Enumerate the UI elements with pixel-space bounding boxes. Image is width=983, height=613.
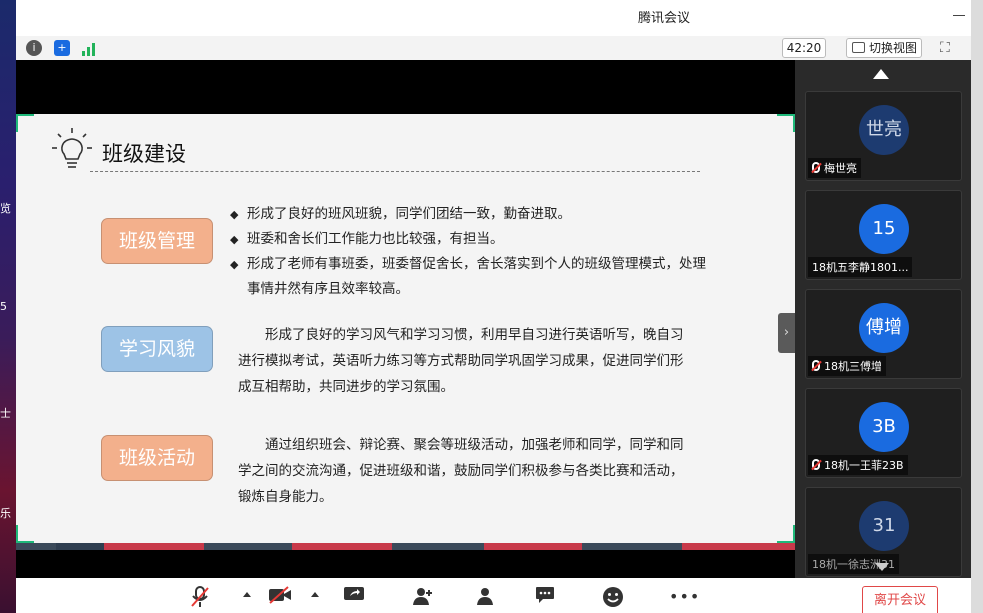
meeting-controls: ••• 离开会议 — [16, 578, 971, 613]
stage-letterbox — [16, 60, 795, 114]
slide-footer-bars — [16, 543, 795, 550]
scroll-up-icon[interactable] — [873, 69, 889, 79]
desktop-fragment: 士 — [0, 407, 11, 420]
class-activities-text: 通过组织班会、辩论赛、聚会等班级活动，加强老师和同学，同学和同学之间的交流沟通，… — [238, 437, 684, 505]
switch-view-label: 切换视图 — [869, 41, 918, 55]
meeting-timer: 42:20 — [782, 38, 826, 58]
participant-name: 梅世亮 — [824, 162, 857, 175]
avatar: 15 — [859, 204, 909, 254]
participant-tile[interactable]: 傅增 18机三傅增 — [805, 289, 962, 379]
mic-muted-icon — [812, 459, 820, 470]
slide-title: 班级建设 — [102, 142, 186, 166]
participant-tile[interactable]: 15 18机五李静1801... — [805, 190, 962, 280]
participant-name: 18机五李静1801... — [812, 261, 909, 274]
slide-corner — [777, 525, 795, 543]
avatar: 3B — [859, 402, 909, 452]
participant-name-label: 18机五李静1801... — [808, 257, 913, 277]
audio-options-caret[interactable] — [243, 592, 251, 597]
slide-corner — [16, 525, 34, 543]
participant-tile[interactable]: 世亮 梅世亮 — [805, 91, 962, 181]
desktop-fragment: 乐 — [0, 507, 11, 520]
desktop-right-edge — [971, 0, 983, 613]
desktop-background-strip: 览 5 士 乐 — [0, 0, 16, 613]
reaction-icon[interactable] — [602, 586, 624, 608]
participant-name: 18机三傅增 — [824, 360, 882, 373]
share-screen-icon[interactable] — [343, 586, 365, 608]
meeting-toolbar: i + 42:20 切换视图 ⛶ — [16, 36, 971, 60]
participant-tile[interactable]: 3B 18机一王菲23B — [805, 388, 962, 478]
shield-icon[interactable]: + — [54, 40, 70, 56]
shared-screen: 班级建设 班级管理 形成了良好的班风班貌，同学们团结一致，勤奋进取。 班委和舍长… — [16, 60, 795, 578]
participant-name-label: 18机一王菲23B — [808, 455, 908, 475]
bullet-item: 班委和舍长们工作能力也比较强，有担当。 — [230, 227, 710, 252]
lightbulb-icon — [50, 126, 94, 178]
tag-study-style: 学习风貌 — [101, 326, 213, 372]
avatar: 世亮 — [859, 105, 909, 155]
bullet-item: 形成了良好的班风班貌，同学们团结一致，勤奋进取。 — [230, 202, 710, 227]
mic-muted-icon — [812, 360, 820, 371]
invite-icon[interactable] — [412, 586, 434, 608]
desktop-fragment: 5 — [0, 300, 7, 313]
fullscreen-icon[interactable]: ⛶ — [940, 40, 950, 56]
bullet-item: 形成了老师有事班委，班委督促舍长，舍长落实到个人的班级管理模式，处理事情井然有序… — [230, 252, 710, 302]
mic-off-icon[interactable] — [189, 586, 211, 608]
participant-name: 18机一王菲23B — [824, 459, 904, 472]
switch-view-button[interactable]: 切换视图 — [846, 38, 923, 58]
signal-icon[interactable] — [82, 41, 96, 60]
title-bar: 腾讯会议 — [16, 0, 971, 32]
video-options-caret[interactable] — [311, 592, 319, 597]
scroll-down-icon[interactable] — [875, 563, 889, 571]
desktop-fragment: 览 — [0, 202, 11, 215]
camera-off-icon[interactable] — [268, 586, 291, 608]
tag-class-management: 班级管理 — [101, 218, 213, 264]
leave-meeting-button[interactable]: 离开会议 — [862, 586, 938, 613]
more-icon[interactable]: ••• — [669, 586, 699, 608]
info-icon[interactable]: i — [26, 40, 42, 56]
participants-icon[interactable] — [474, 586, 496, 608]
slide-corner — [777, 114, 795, 132]
collapse-panel-button[interactable]: › — [778, 313, 795, 353]
avatar: 31 — [859, 501, 909, 551]
tag-class-activities: 班级活动 — [101, 435, 213, 481]
avatar: 傅增 — [859, 303, 909, 353]
window-title: 腾讯会议 — [638, 11, 691, 26]
minimize-button[interactable] — [953, 15, 965, 16]
participant-name-label: 梅世亮 — [808, 158, 861, 178]
chat-icon[interactable] — [534, 586, 556, 608]
presentation-slide: 班级建设 班级管理 形成了良好的班风班貌，同学们团结一致，勤奋进取。 班委和舍长… — [16, 114, 795, 550]
meeting-window: 腾讯会议 i + 42:20 切换视图 ⛶ 班级建设 班级管理 ◆ 形成了良好的… — [16, 0, 971, 613]
management-bullets: 形成了良好的班风班貌，同学们团结一致，勤奋进取。 班委和舍长们工作能力也比较强，… — [230, 202, 710, 302]
participant-name-label: 18机三傅增 — [808, 356, 886, 376]
participant-panel: 世亮 梅世亮 15 18机五李静1801... 傅增 18机三傅增 3B 18机… — [795, 60, 971, 578]
mic-muted-icon — [812, 162, 820, 173]
layout-icon — [852, 42, 865, 53]
study-style-text: 形成了良好的学习风气和学习习惯，利用早自习进行英语听写，晚自习进行模拟考试，英语… — [238, 327, 684, 395]
slide-corner — [16, 114, 34, 132]
title-divider — [90, 171, 700, 172]
